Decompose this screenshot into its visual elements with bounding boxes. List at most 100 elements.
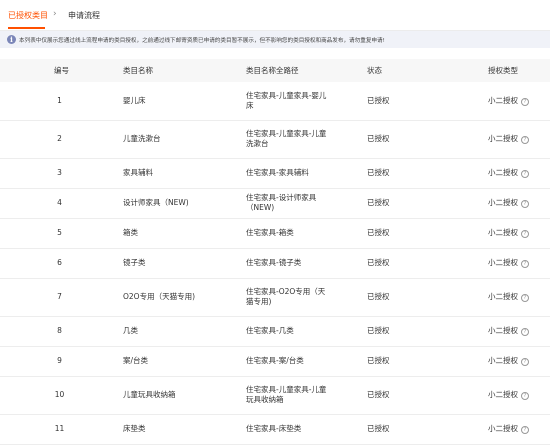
cell-status: 已授权	[367, 188, 488, 219]
table-row: 11 床垫类 住宅家具-床垫类 已授权 小二授权?	[0, 414, 550, 445]
tab-application-process[interactable]: 申请流程	[68, 10, 100, 21]
cell-category-name: 案/台类	[123, 346, 246, 377]
cell-status-text: 已授权	[367, 134, 390, 143]
table-row: 1 婴儿床 住宅家具-儿童家具-婴儿床 已授权 小二授权?	[0, 82, 550, 121]
cell-category-path: 住宅家具-儿童家具-婴儿床	[246, 82, 367, 121]
cell-auth-type: 小二授权?	[488, 316, 550, 347]
cell-status: 已授权	[367, 346, 488, 377]
cell-number-text: 1	[57, 95, 62, 105]
cell-number: 8	[0, 316, 123, 347]
tab-bar: 已授权类目 › 申请流程	[0, 0, 550, 31]
cell-category-path-text: 住宅家具-镜子类	[246, 258, 302, 267]
question-circle-icon[interactable]: ?	[521, 328, 529, 336]
cell-status-text: 已授权	[367, 168, 390, 177]
question-circle-icon[interactable]: ?	[521, 392, 529, 400]
auth-type-label: 小二授权	[488, 424, 518, 433]
table-row: 6 镜子类 住宅家具-镜子类 已授权 小二授权?	[0, 248, 550, 279]
cell-status: 已授权	[367, 414, 488, 445]
auth-type-label: 小二授权	[488, 168, 518, 177]
table-row: 3 家具辅料 住宅家具-家具辅料 已授权 小二授权?	[0, 158, 550, 189]
notice-text: 本列表中仅展示您通过线上流程申请的类目授权，之前通过线下邮寄资质已申请的类目暂不…	[19, 38, 385, 44]
cell-status: 已授权	[367, 120, 488, 159]
cell-status: 已授权	[367, 158, 488, 189]
info-icon: i	[7, 35, 16, 44]
auth-type-label: 小二授权	[488, 198, 518, 207]
question-circle-icon[interactable]: ?	[521, 170, 529, 178]
notice-banner: i 本列表中仅展示您通过线上流程申请的类目授权，之前通过线下邮寄资质已申请的类目…	[0, 31, 550, 48]
cell-status-text: 已授权	[367, 292, 390, 301]
auth-type-label: 小二授权	[488, 326, 518, 335]
cell-category-name: 镜子类	[123, 248, 246, 279]
cell-category-name: 床垫类	[123, 414, 246, 445]
cell-category-path-text: 住宅家具-案/台类	[246, 356, 304, 365]
question-circle-icon[interactable]: ?	[521, 260, 529, 268]
table-row: 8 几类 住宅家具-几类 已授权 小二授权?	[0, 316, 550, 347]
cell-category-name-text: 箱类	[123, 228, 138, 237]
cell-number: 5	[0, 218, 123, 249]
cell-category-path: 住宅家具-案/台类	[246, 346, 367, 377]
question-circle-icon[interactable]: ?	[521, 358, 529, 366]
cell-category-path: 住宅家具-床垫类	[246, 414, 367, 445]
cell-status: 已授权	[367, 376, 488, 415]
cell-category-name: 儿童玩具收纳箱	[123, 376, 246, 415]
cell-category-path-text: 住宅家具-O2O专用（天猫专用)	[246, 287, 326, 306]
cell-status-text: 已授权	[367, 424, 390, 433]
cell-category-path-text: 住宅家具-家具辅料	[246, 168, 309, 177]
cell-number-text: 11	[54, 424, 65, 433]
cell-status-text: 已授权	[367, 390, 390, 399]
cell-category-path: 住宅家具-箱类	[246, 218, 367, 249]
question-circle-icon[interactable]: ?	[521, 230, 529, 238]
question-circle-icon[interactable]: ?	[521, 200, 529, 208]
cell-number-text: 2	[57, 134, 62, 143]
cell-status-text: 已授权	[367, 356, 390, 365]
question-circle-icon[interactable]: ?	[521, 136, 529, 144]
table-body: 1 婴儿床 住宅家具-儿童家具-婴儿床 已授权 小二授权? 2 儿童洗漱台 住宅家具-儿童家具…	[0, 82, 550, 445]
tab-authorized-categories[interactable]: 已授权类目	[8, 10, 48, 21]
cell-number: 9	[0, 346, 123, 377]
cell-category-name-text: O2O专用（天猫专用)	[123, 292, 196, 301]
cell-category-name: 家具辅料	[123, 158, 246, 189]
cell-auth-type: 小二授权?	[488, 278, 550, 317]
cell-status: 已授权	[367, 248, 488, 279]
cell-number-text: 5	[57, 228, 62, 237]
cell-number: 7	[0, 278, 123, 317]
cell-category-name: 儿童洗漱台	[123, 120, 246, 159]
cell-auth-type: 小二授权?	[488, 120, 550, 159]
column-header-number: 编号	[0, 59, 123, 82]
cell-category-name: 设计师家具（NEW)	[123, 188, 246, 219]
cell-category-path: 住宅家具-儿童家具-儿童玩具收纳箱	[246, 376, 367, 415]
cell-number-text: 3	[57, 168, 62, 177]
table-header-row: 编号 类目名称 类目名称全路径 状态 授权类型	[0, 59, 550, 82]
cell-status-text: 已授权	[367, 198, 390, 207]
cell-number-text: 8	[57, 326, 62, 335]
column-header-category-name: 类目名称	[123, 59, 246, 82]
cell-status: 已授权	[367, 278, 488, 317]
cell-number-text: 7	[57, 292, 62, 301]
cell-category-path: 住宅家具-儿童家具-儿童洗漱台	[246, 120, 367, 159]
cell-number: 11	[0, 414, 123, 445]
cell-number: 2	[0, 120, 123, 159]
active-tab-indicator	[8, 27, 45, 29]
cell-number-text: 9	[57, 356, 62, 365]
cell-category-name-text: 设计师家具（NEW)	[123, 198, 189, 207]
auth-type-label: 小二授权	[488, 95, 518, 105]
cell-auth-type: 小二授权?	[488, 218, 550, 249]
table-row: 9 案/台类 住宅家具-案/台类 已授权 小二授权?	[0, 346, 550, 377]
cell-category-name: 箱类	[123, 218, 246, 249]
cell-auth-type: 小二授权?	[488, 414, 550, 445]
column-header-status: 状态	[367, 59, 488, 82]
table-row: 7 O2O专用（天猫专用) 住宅家具-O2O专用（天猫专用) 已授权 小二授权?	[0, 278, 550, 317]
chevron-right-icon: ›	[53, 9, 57, 19]
cell-auth-type: 小二授权?	[488, 158, 550, 189]
auth-type-label: 小二授权	[488, 228, 518, 237]
question-circle-icon[interactable]: ?	[521, 426, 529, 434]
cell-number: 6	[0, 248, 123, 279]
question-circle-icon[interactable]: ?	[521, 97, 529, 106]
cell-category-path-text: 住宅家具-箱类	[246, 228, 294, 237]
cell-auth-type: 小二授权?	[488, 346, 550, 377]
question-circle-icon[interactable]: ?	[521, 294, 529, 302]
cell-category-path-text: 住宅家具-儿童家具-儿童玩具收纳箱	[246, 385, 327, 404]
cell-status: 已授权	[367, 82, 488, 121]
auth-type-label: 小二授权	[488, 356, 518, 365]
table-row: 4 设计师家具（NEW) 住宅家具-设计师家具（NEW) 已授权 小二授权?	[0, 188, 550, 219]
